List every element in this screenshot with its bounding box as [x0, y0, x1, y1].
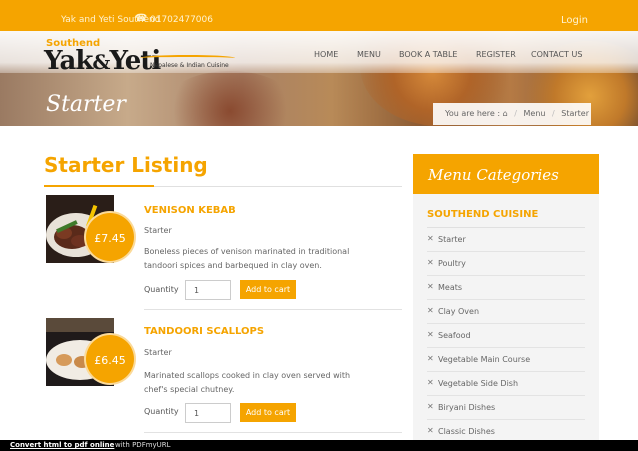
logo-wordmark: Yak&Yeti: [44, 46, 161, 76]
listing-title: Starter Listing: [44, 153, 208, 177]
phone-icon: ☎: [135, 13, 148, 24]
item-description: Marinated scallops cooked in clay oven s…: [144, 371, 351, 394]
page-hero-title: Starter: [46, 92, 126, 117]
cutlery-icon: ✕: [427, 258, 434, 267]
nav-home[interactable]: HOME: [314, 50, 338, 59]
category-label: Poultry: [438, 259, 466, 268]
quantity-input[interactable]: [185, 280, 231, 300]
category-label: Clay Oven: [438, 307, 480, 316]
category-item-clay-oven[interactable]: ✕ Clay Oven: [427, 300, 585, 324]
price-badge: £6.45: [84, 333, 136, 385]
sidebar-title: Menu Categories: [428, 166, 559, 184]
category-label: Meats: [438, 283, 463, 292]
menu-categories-sidebar: Menu Categories SOUTHEND CUISINE ✕ Start…: [413, 154, 599, 444]
nav-book-a-table[interactable]: BOOK A TABLE: [399, 50, 457, 59]
nav-register[interactable]: REGISTER: [476, 50, 516, 59]
cutlery-icon: ✕: [427, 282, 434, 291]
breadcrumb-separator: /: [552, 109, 555, 118]
category-item-vegetable-side-dish[interactable]: ✕ Vegetable Side Dish: [427, 372, 585, 396]
category-item-starter[interactable]: ✕ Starter: [427, 228, 585, 252]
category-item-vegetable-main-course[interactable]: ✕ Vegetable Main Course: [427, 348, 585, 372]
price-badge: £7.45: [84, 211, 136, 263]
item-description: Boneless pieces of venison marinated in …: [144, 247, 350, 270]
logo-yak: Yak: [44, 46, 93, 76]
quantity-label: Quantity: [144, 285, 179, 294]
breadcrumb: You are here : ⌂ / Menu / Starter: [433, 103, 591, 125]
category-label: Vegetable Side Dish: [438, 379, 519, 388]
breadcrumb-current: Starter: [561, 109, 590, 118]
hero-food-image: [160, 71, 300, 126]
quantity-input[interactable]: [185, 403, 231, 423]
sidebar-header: Menu Categories: [413, 154, 599, 194]
breadcrumb-prefix: You are here :: [445, 109, 501, 118]
item-name[interactable]: VENISON KEBAB: [144, 205, 236, 216]
pdf-banner: Convert html to pdf online with PDFmyURL: [0, 440, 638, 451]
item-divider: [144, 309, 402, 310]
category-label: Vegetable Main Course: [438, 355, 531, 364]
logo-ampersand: &: [92, 50, 110, 74]
item-name[interactable]: TANDOORI SCALLOPS: [144, 326, 264, 337]
category-label: Seafood: [438, 331, 471, 340]
pdf-banner-text: with PDFmyURL: [115, 441, 171, 449]
category-item-biryani-dishes[interactable]: ✕ Biryani Dishes: [427, 396, 585, 420]
title-divider: [44, 185, 402, 187]
category-label: Starter: [438, 235, 466, 244]
cutlery-icon: ✕: [427, 426, 434, 435]
convert-pdf-link[interactable]: Convert html to pdf online: [10, 441, 114, 449]
category-label: Classic Dishes: [438, 427, 495, 436]
quantity-label: Quantity: [144, 407, 179, 416]
add-to-cart-button[interactable]: Add to cart: [240, 403, 296, 422]
topbar-phone[interactable]: 01702477006: [150, 15, 213, 25]
logo-tagline: Nepalese & Indian Cuisine: [150, 62, 229, 69]
login-link[interactable]: Login: [561, 15, 588, 26]
menu-item: £7.45 VENISON KEBAB Starter Boneless pie…: [44, 195, 402, 310]
cutlery-icon: ✕: [427, 378, 434, 387]
cutlery-icon: ✕: [427, 402, 434, 411]
menu-item: £6.45 TANDOORI SCALLOPS Starter Marinate…: [44, 318, 402, 436]
home-icon[interactable]: ⌂: [503, 109, 508, 118]
logo-swoosh: [140, 55, 235, 61]
category-item-seafood[interactable]: ✕ Seafood: [427, 324, 585, 348]
add-to-cart-button[interactable]: Add to cart: [240, 280, 296, 299]
breadcrumb-menu[interactable]: Menu: [524, 109, 546, 118]
cutlery-icon: ✕: [427, 234, 434, 243]
category-label: Biryani Dishes: [438, 403, 496, 412]
category-item-poultry[interactable]: ✕ Poultry: [427, 252, 585, 276]
title-accent: [44, 185, 154, 187]
cutlery-icon: ✕: [427, 354, 434, 363]
cutlery-icon: ✕: [427, 306, 434, 315]
item-divider: [144, 432, 402, 433]
item-category: Starter: [144, 226, 172, 235]
breadcrumb-separator: /: [514, 109, 517, 118]
sidebar-section-title[interactable]: SOUTHEND CUISINE: [427, 209, 538, 220]
logo-yeti: Yeti: [109, 46, 161, 76]
nav-menu[interactable]: MENU: [357, 50, 381, 59]
item-category: Starter: [144, 348, 172, 357]
nav-contact-us[interactable]: CONTACT US: [531, 50, 582, 59]
top-bar: Yak and Yeti Southend ☎ 01702477006 Logi…: [0, 0, 638, 31]
cutlery-icon: ✕: [427, 330, 434, 339]
category-item-meats[interactable]: ✕ Meats: [427, 276, 585, 300]
